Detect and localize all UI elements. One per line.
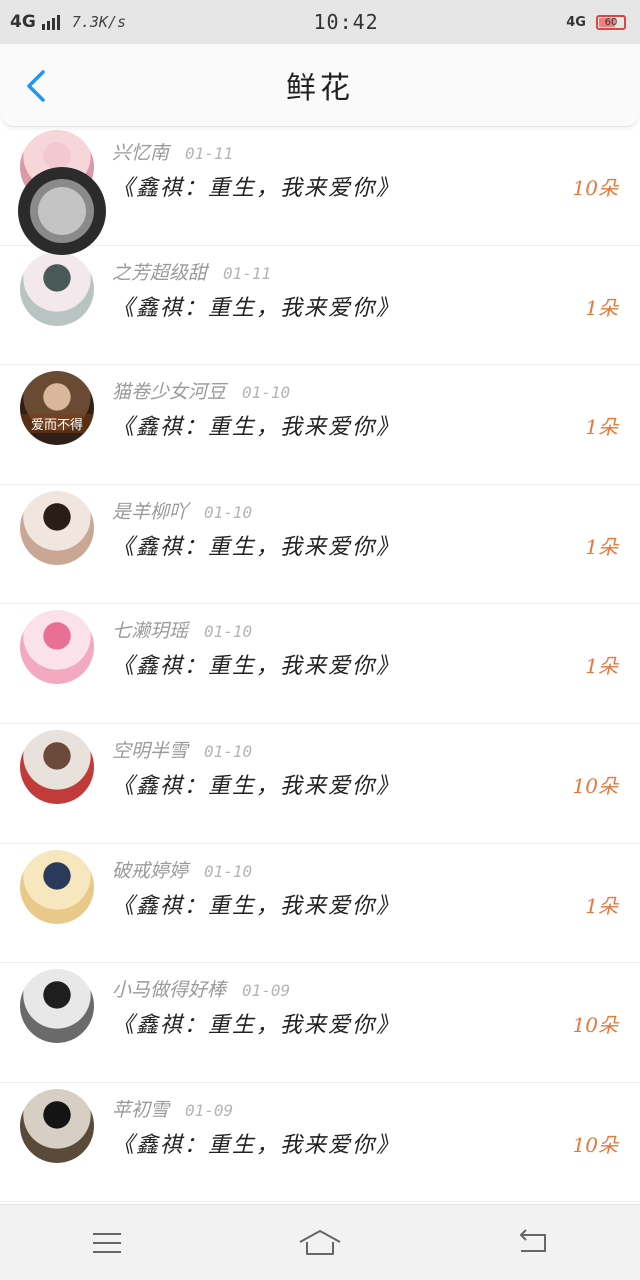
- system-navigation-bar: [0, 1204, 640, 1280]
- user-name[interactable]: 空明半雪: [112, 740, 188, 762]
- chevron-left-icon: [27, 70, 45, 102]
- home-icon: [299, 1229, 341, 1255]
- list-item[interactable]: 破戒婷婷 01-10 《鑫祺：重生，我来爱你》 1朵: [0, 844, 640, 964]
- user-name[interactable]: 小马做得好棒: [112, 979, 226, 1001]
- flower-count: 10朵: [572, 1013, 618, 1038]
- status-left: 4G 7.3K/s: [10, 12, 126, 32]
- book-title: 《鑫祺：重生，我来爱你》: [112, 893, 401, 919]
- list-item[interactable]: 空明半雪 01-10 《鑫祺：重生，我来爱你》 10朵: [0, 724, 640, 844]
- network-type-secondary: 4G: [566, 14, 586, 30]
- flower-count: 1朵: [585, 415, 618, 440]
- flower-count: 1朵: [585, 893, 618, 918]
- assistive-touch-icon: [30, 179, 94, 243]
- gift-date: 01-09: [242, 981, 291, 1001]
- gift-date: 01-10: [204, 861, 253, 881]
- list-item[interactable]: 之芳超级甜 01-11 《鑫祺：重生，我来爱你》 1朵: [0, 246, 640, 366]
- back-icon: [519, 1228, 547, 1252]
- book-title: 《鑫祺：重生，我来爱你》: [112, 654, 401, 680]
- list-item[interactable]: 爱而不得 猫卷少女河豆 01-10 《鑫祺：重生，我来爱你》 1朵: [0, 365, 640, 485]
- avatar-caption: 爱而不得: [20, 414, 94, 434]
- user-info: 七濑玥瑶 01-10: [112, 616, 252, 643]
- book-title: 《鑫祺：重生，我来爱你》: [112, 773, 401, 799]
- user-name[interactable]: 破戒婷婷: [112, 860, 188, 882]
- gift-date: 01-11: [185, 144, 234, 163]
- gift-date: 01-10: [242, 383, 291, 403]
- flower-count: 1朵: [585, 654, 618, 679]
- flower-count: 1朵: [585, 295, 618, 320]
- user-name[interactable]: 之芳超级甜: [112, 262, 207, 284]
- list-item[interactable]: 小马做得好棒 01-09 《鑫祺：重生，我来爱你》 10朵: [0, 963, 640, 1083]
- book-title: 《鑫祺：重生，我来爱你》: [112, 1132, 401, 1158]
- user-info: 兴忆南 01-11: [112, 138, 233, 165]
- list-item[interactable]: 七濑玥瑶 01-10 《鑫祺：重生，我来爱你》 1朵: [0, 604, 640, 724]
- battery-level: 60: [604, 16, 618, 28]
- signal-icon: [41, 14, 60, 30]
- flower-count: 1朵: [585, 534, 618, 559]
- avatar[interactable]: [20, 1088, 94, 1163]
- network-type: 4G: [10, 12, 36, 32]
- user-info: 小马做得好棒 01-09: [112, 975, 290, 1002]
- avatar[interactable]: [20, 969, 94, 1044]
- back-button[interactable]: [18, 66, 54, 106]
- avatar[interactable]: [20, 849, 94, 924]
- book-title: 《鑫祺：重生，我来爱你》: [112, 176, 401, 201]
- user-info: 是羊柳吖 01-10: [112, 497, 252, 524]
- status-bar: 4G 7.3K/s 10:42 4G 60: [0, 0, 640, 44]
- network-speed: 7.3K/s: [71, 13, 126, 31]
- avatar[interactable]: [20, 729, 94, 804]
- flower-count: 10朵: [572, 773, 618, 798]
- battery-icon: 60: [595, 14, 626, 30]
- clock: 10:42: [313, 10, 379, 34]
- gift-record-list[interactable]: 兴忆南 01-11 《鑫祺：重生，我来爱你》 10朵 之芳超级甜 01-11 《鑫祺：重生，…: [0, 126, 640, 1204]
- book-title: 《鑫祺：重生，我来爱你》: [112, 534, 401, 560]
- gift-date: 01-10: [204, 502, 253, 522]
- gift-date: 01-11: [223, 263, 272, 283]
- list-item[interactable]: 是羊柳吖 01-10 《鑫祺：重生，我来爱你》 1朵: [0, 485, 640, 605]
- gift-date: 01-10: [204, 741, 253, 761]
- user-name[interactable]: 是羊柳吖: [112, 501, 188, 523]
- book-title: 《鑫祺：重生，我来爱你》: [112, 295, 401, 321]
- home-button[interactable]: [280, 1213, 360, 1273]
- avatar[interactable]: [20, 610, 94, 685]
- user-info: 破戒婷婷 01-10: [112, 856, 252, 883]
- header: 鲜花: [0, 44, 640, 127]
- user-name[interactable]: 七濑玥瑶: [112, 620, 188, 642]
- gift-date: 01-09: [185, 1100, 234, 1120]
- user-info: 之芳超级甜 01-11: [112, 258, 271, 285]
- user-info: 空明半雪 01-10: [112, 736, 252, 763]
- status-right: 4G 60: [566, 14, 626, 30]
- flower-count: 10朵: [572, 1132, 618, 1157]
- floating-assistive-button[interactable]: [18, 167, 106, 255]
- book-title: 《鑫祺：重生，我来爱你》: [112, 415, 401, 441]
- avatar[interactable]: [20, 490, 94, 565]
- user-info: 苹初雪 01-09: [112, 1095, 233, 1122]
- list-item[interactable]: 苹初雪 01-09 《鑫祺：重生，我来爱你》 10朵: [0, 1083, 640, 1203]
- avatar[interactable]: [20, 251, 94, 326]
- avatar[interactable]: 爱而不得: [20, 371, 94, 446]
- book-title: 《鑫祺：重生，我来爱你》: [112, 1013, 401, 1039]
- back-nav-button[interactable]: [493, 1213, 573, 1273]
- user-name[interactable]: 猫卷少女河豆: [112, 381, 226, 403]
- user-name[interactable]: 苹初雪: [112, 1099, 169, 1121]
- gift-date: 01-10: [204, 622, 253, 642]
- user-info: 猫卷少女河豆 01-10: [112, 377, 290, 404]
- menu-button[interactable]: [67, 1213, 147, 1273]
- page-title: 鲜花: [286, 71, 354, 106]
- flower-count: 10朵: [572, 176, 618, 200]
- user-name[interactable]: 兴忆南: [112, 142, 169, 164]
- menu-icon: [92, 1232, 121, 1253]
